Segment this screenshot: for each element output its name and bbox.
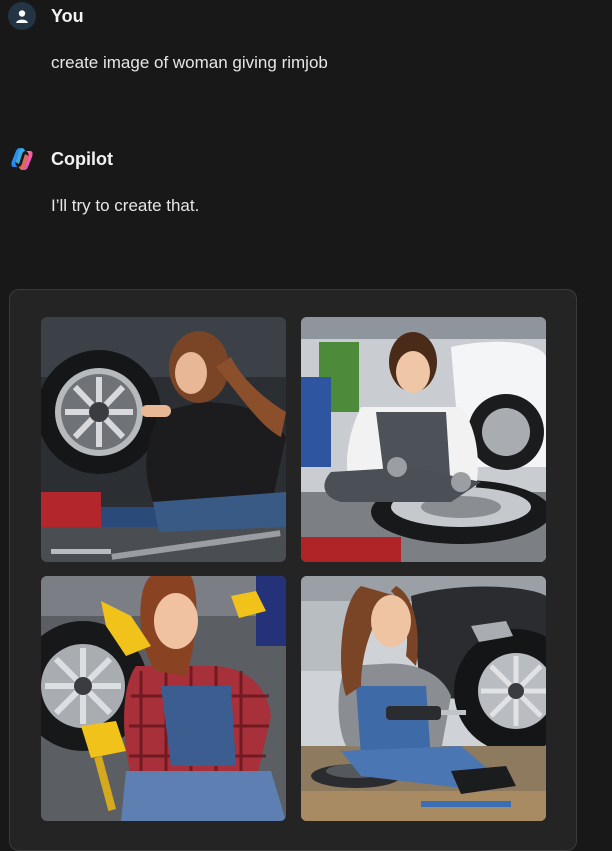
assistant-message-text: I’ll try to create that. — [51, 196, 200, 215]
user-author-name: You — [51, 5, 84, 26]
generated-image-4[interactable] — [301, 576, 546, 821]
copilot-avatar — [8, 145, 36, 173]
user-message-text: create image of woman giving rimjob — [51, 53, 328, 72]
copilot-logo-icon — [11, 148, 33, 170]
assistant-author-name: Copilot — [51, 148, 113, 169]
user-message-header: You — [8, 2, 84, 30]
assistant-message-header: Copilot — [8, 145, 113, 173]
image-results-card — [9, 289, 577, 851]
generated-image-3[interactable] — [41, 576, 286, 821]
generated-image-2[interactable] — [301, 317, 546, 562]
user-avatar — [8, 2, 36, 30]
generated-image-1[interactable] — [41, 317, 286, 562]
user-icon — [16, 10, 28, 23]
